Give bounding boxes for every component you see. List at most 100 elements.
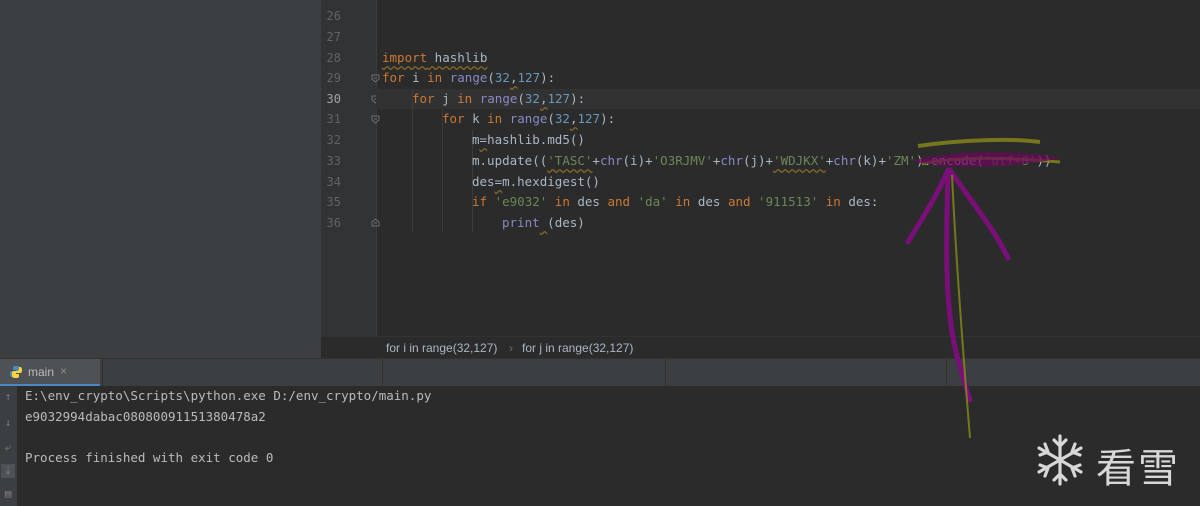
python-icon xyxy=(10,366,22,378)
token: (i)+ xyxy=(622,153,653,168)
token: for xyxy=(382,70,405,85)
token: for xyxy=(442,111,465,126)
code-line-30: for j in range(32,127): xyxy=(412,89,585,109)
token: and xyxy=(607,194,631,209)
run-toolbar: ↑ ↓ ⤶ ⤓ ▤ xyxy=(0,386,17,506)
line-number: 33 xyxy=(326,154,341,168)
token: des xyxy=(472,174,495,189)
token: + xyxy=(592,153,600,168)
token: m.hexdigest() xyxy=(502,174,600,189)
token: 'da' xyxy=(630,194,668,209)
token: chr xyxy=(833,153,856,168)
token: ( xyxy=(517,91,525,106)
console-line: Process finished with exit code 0 xyxy=(25,450,274,465)
token: ( xyxy=(487,70,495,85)
token: , xyxy=(569,111,578,126)
tab-run-main[interactable]: main × xyxy=(0,359,100,386)
token: ): xyxy=(600,111,616,126)
token: hashlib.md5() xyxy=(487,132,585,147)
breadcrumb-item[interactable]: for j in range(32,127) xyxy=(522,337,633,359)
token: , xyxy=(509,70,518,85)
line-number: 27 xyxy=(326,30,341,44)
token: ): xyxy=(540,70,556,85)
code-line-34: des=m.hexdigest() xyxy=(472,172,600,192)
token: in xyxy=(818,194,841,209)
breadcrumb-item[interactable]: for i in range(32,127) xyxy=(386,337,497,359)
tab-label: main xyxy=(28,365,55,379)
token: (j)+ xyxy=(742,153,774,168)
code-line-28: import hashlib xyxy=(382,48,487,68)
line-number: 34 xyxy=(326,175,341,189)
token: 'TASC' xyxy=(547,153,593,168)
scroll-to-end-icon[interactable]: ⤓ xyxy=(1,464,15,478)
token: if xyxy=(472,194,488,209)
snowflake-icon xyxy=(1037,434,1083,486)
soft-wrap-icon[interactable]: ⤶ xyxy=(1,441,15,455)
run-tool-window-header: main × xyxy=(0,358,1200,387)
line-number: 35 xyxy=(326,195,341,209)
token: in xyxy=(547,194,570,209)
token: in xyxy=(487,111,503,126)
token: in xyxy=(427,70,443,85)
line-number: 31 xyxy=(326,112,341,126)
token: print xyxy=(502,215,540,230)
console-line: E:\env_crypto\Scripts\python.exe D:/env_… xyxy=(25,388,432,403)
token: chr xyxy=(599,153,623,168)
token: 'utf-8' xyxy=(983,153,1037,168)
token: and xyxy=(727,194,751,209)
print-icon[interactable]: ▤ xyxy=(1,487,15,501)
token: (k)+ xyxy=(855,153,886,168)
code-editor[interactable]: import hashlib for i in range(32,127): f… xyxy=(376,0,1200,336)
token: )) xyxy=(1036,153,1052,168)
token: for xyxy=(412,91,435,106)
token: 32 xyxy=(494,70,510,85)
token: 127 xyxy=(547,91,571,106)
token: 'WDJKX' xyxy=(773,153,826,168)
token: = xyxy=(494,174,503,189)
arrow-down-icon[interactable]: ↓ xyxy=(1,416,15,430)
token: import xyxy=(382,50,428,65)
token: , xyxy=(539,91,548,106)
token: in xyxy=(457,91,473,106)
token: 'ZM' xyxy=(885,153,917,168)
token: = xyxy=(479,132,488,147)
watermark-text: 看雪 xyxy=(1096,446,1180,492)
console-output[interactable]: E:\env_crypto\Scripts\python.exe D:/env_… xyxy=(17,386,1200,506)
token: ).encode( xyxy=(916,153,984,168)
breadcrumb-separator-icon: › xyxy=(509,341,513,355)
indent-guide xyxy=(412,89,413,232)
tab-divider xyxy=(665,359,666,386)
token: ( xyxy=(547,111,555,126)
tab-divider xyxy=(946,359,947,386)
watermark-logo: 看雪 xyxy=(1032,430,1192,492)
code-line-32: m=hashlib.md5() xyxy=(472,130,585,150)
token: range xyxy=(442,70,488,85)
token: i xyxy=(404,70,428,85)
token: hashlib xyxy=(427,50,488,65)
arrow-up-icon[interactable]: ↑ xyxy=(1,390,15,404)
token: j xyxy=(434,91,458,106)
token: (des) xyxy=(547,215,585,230)
code-line-33: m.update(('TASC'+chr(i)+'O3RJMV'+chr(j)+… xyxy=(472,151,1052,171)
token: m xyxy=(472,132,480,147)
token: 'O3RJMV' xyxy=(652,153,713,168)
line-number: 32 xyxy=(326,133,341,147)
token: in xyxy=(667,194,691,209)
code-line-35: if 'e9032' in des and 'da' in des and '9… xyxy=(472,192,878,212)
token: range xyxy=(502,111,548,126)
token: m.update(( xyxy=(472,153,548,168)
token: 32 xyxy=(524,91,540,106)
close-icon[interactable]: × xyxy=(60,364,67,378)
tab-divider xyxy=(102,359,103,386)
line-number: 28 xyxy=(326,51,341,65)
token: '911513' xyxy=(750,194,819,209)
token: ): xyxy=(570,91,586,106)
console-line: e9032994dabac08080091151380478a2 xyxy=(25,409,266,424)
token: 'e9032' xyxy=(487,194,548,209)
code-line-31: for k in range(32,127): xyxy=(442,109,615,129)
token: range xyxy=(472,91,518,106)
code-line-36: print (des) xyxy=(502,213,585,233)
token: chr xyxy=(720,153,743,168)
breadcrumb: for i in range(32,127) › for j in range(… xyxy=(321,336,1200,359)
token: k xyxy=(464,111,488,126)
